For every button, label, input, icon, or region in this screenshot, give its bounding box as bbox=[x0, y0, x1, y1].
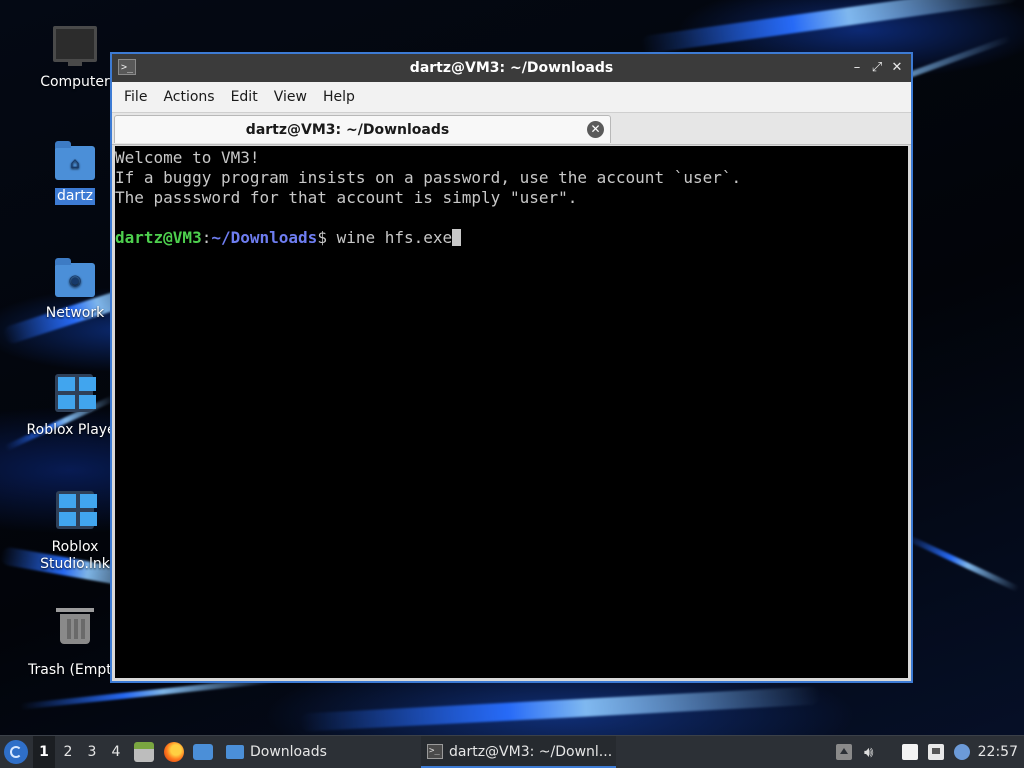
text-cursor bbox=[452, 229, 462, 246]
prompt-path: ~/Downloads bbox=[211, 228, 318, 247]
menu-view[interactable]: View bbox=[266, 82, 315, 112]
task-label: Downloads bbox=[250, 744, 327, 760]
minimize-button[interactable]: – bbox=[847, 58, 867, 78]
prompt-separator: : bbox=[201, 228, 212, 247]
task-downloads[interactable]: Downloads bbox=[222, 736, 417, 768]
clipboard-icon[interactable] bbox=[902, 744, 918, 760]
home-folder-icon: ⌂ bbox=[53, 140, 97, 184]
workspace-3[interactable]: 3 bbox=[81, 736, 103, 768]
clock[interactable]: 22:57 bbox=[978, 736, 1018, 768]
terminal-icon: >_ bbox=[427, 744, 443, 759]
terminal-window: >_ dartz@VM3: ~/Downloads – ⤢ ✕ File Act… bbox=[110, 52, 913, 683]
menu-bar: File Actions Edit View Help bbox=[112, 82, 911, 113]
menu-edit[interactable]: Edit bbox=[223, 82, 266, 112]
firefox-icon[interactable] bbox=[164, 742, 184, 762]
desktop-icon-label: Trash (Empty) bbox=[28, 662, 118, 678]
window-titlebar[interactable]: >_ dartz@VM3: ~/Downloads – ⤢ ✕ bbox=[112, 54, 911, 82]
terminal-line: Welcome to VM3! bbox=[115, 148, 260, 167]
prompt-symbol: $ bbox=[317, 228, 327, 247]
network-icon[interactable] bbox=[928, 744, 944, 760]
terminal-output[interactable]: Welcome to VM3! If a buggy program insis… bbox=[115, 146, 908, 678]
tab-label: dartz@VM3: ~/Downloads bbox=[245, 122, 450, 138]
workspace-2[interactable]: 2 bbox=[57, 736, 79, 768]
trash-icon bbox=[53, 608, 97, 658]
update-notifier-icon[interactable] bbox=[954, 744, 970, 760]
workspace-1[interactable]: 1 bbox=[33, 736, 55, 768]
task-label: dartz@VM3: ~/Downl... bbox=[449, 744, 613, 760]
computer-icon bbox=[53, 26, 97, 70]
network-folder-icon: ◉ bbox=[53, 257, 97, 301]
terminal-tab[interactable]: dartz@VM3: ~/Downloads ✕ bbox=[114, 115, 611, 143]
desktop-icon-label: Roblox Studio.lnk bbox=[40, 539, 110, 572]
window-title: dartz@VM3: ~/Downloads bbox=[409, 60, 614, 76]
prompt-user-host: dartz@VM3 bbox=[115, 228, 202, 247]
desktop-icon-label: dartz bbox=[54, 188, 96, 205]
application-menu-icon[interactable] bbox=[4, 740, 28, 764]
taskbar: 1 2 3 4 Downloads >_ dartz@VM3: ~/Downl.… bbox=[0, 735, 1024, 768]
menu-help[interactable]: Help bbox=[315, 82, 363, 112]
tab-bar: dartz@VM3: ~/Downloads ✕ bbox=[112, 113, 911, 145]
tray-expand-icon[interactable] bbox=[836, 744, 852, 760]
task-terminal[interactable]: >_ dartz@VM3: ~/Downl... bbox=[421, 736, 616, 768]
menu-file[interactable]: File bbox=[116, 82, 155, 112]
menu-actions[interactable]: Actions bbox=[155, 82, 222, 112]
prompt-line: dartz@VM3:~/Downloads$ wine hfs.exe bbox=[115, 228, 908, 248]
roblox-player-icon bbox=[52, 374, 96, 418]
volume-icon[interactable]: 🔊︎ bbox=[864, 744, 880, 760]
terminal-line: The passsword for that account is simply… bbox=[115, 188, 578, 207]
file-manager-icon[interactable] bbox=[134, 742, 154, 762]
workspace-4[interactable]: 4 bbox=[105, 736, 127, 768]
terminal-line: If a buggy program insists on a password… bbox=[115, 168, 742, 187]
maximize-button[interactable]: ⤢ bbox=[867, 58, 887, 78]
folder-icon bbox=[226, 745, 244, 759]
tab-close-icon[interactable]: ✕ bbox=[587, 121, 604, 138]
roblox-studio-icon bbox=[53, 491, 97, 535]
show-desktop-icon[interactable] bbox=[193, 744, 213, 760]
close-button[interactable]: ✕ bbox=[887, 58, 907, 78]
prompt-command: wine hfs.exe bbox=[326, 228, 453, 247]
